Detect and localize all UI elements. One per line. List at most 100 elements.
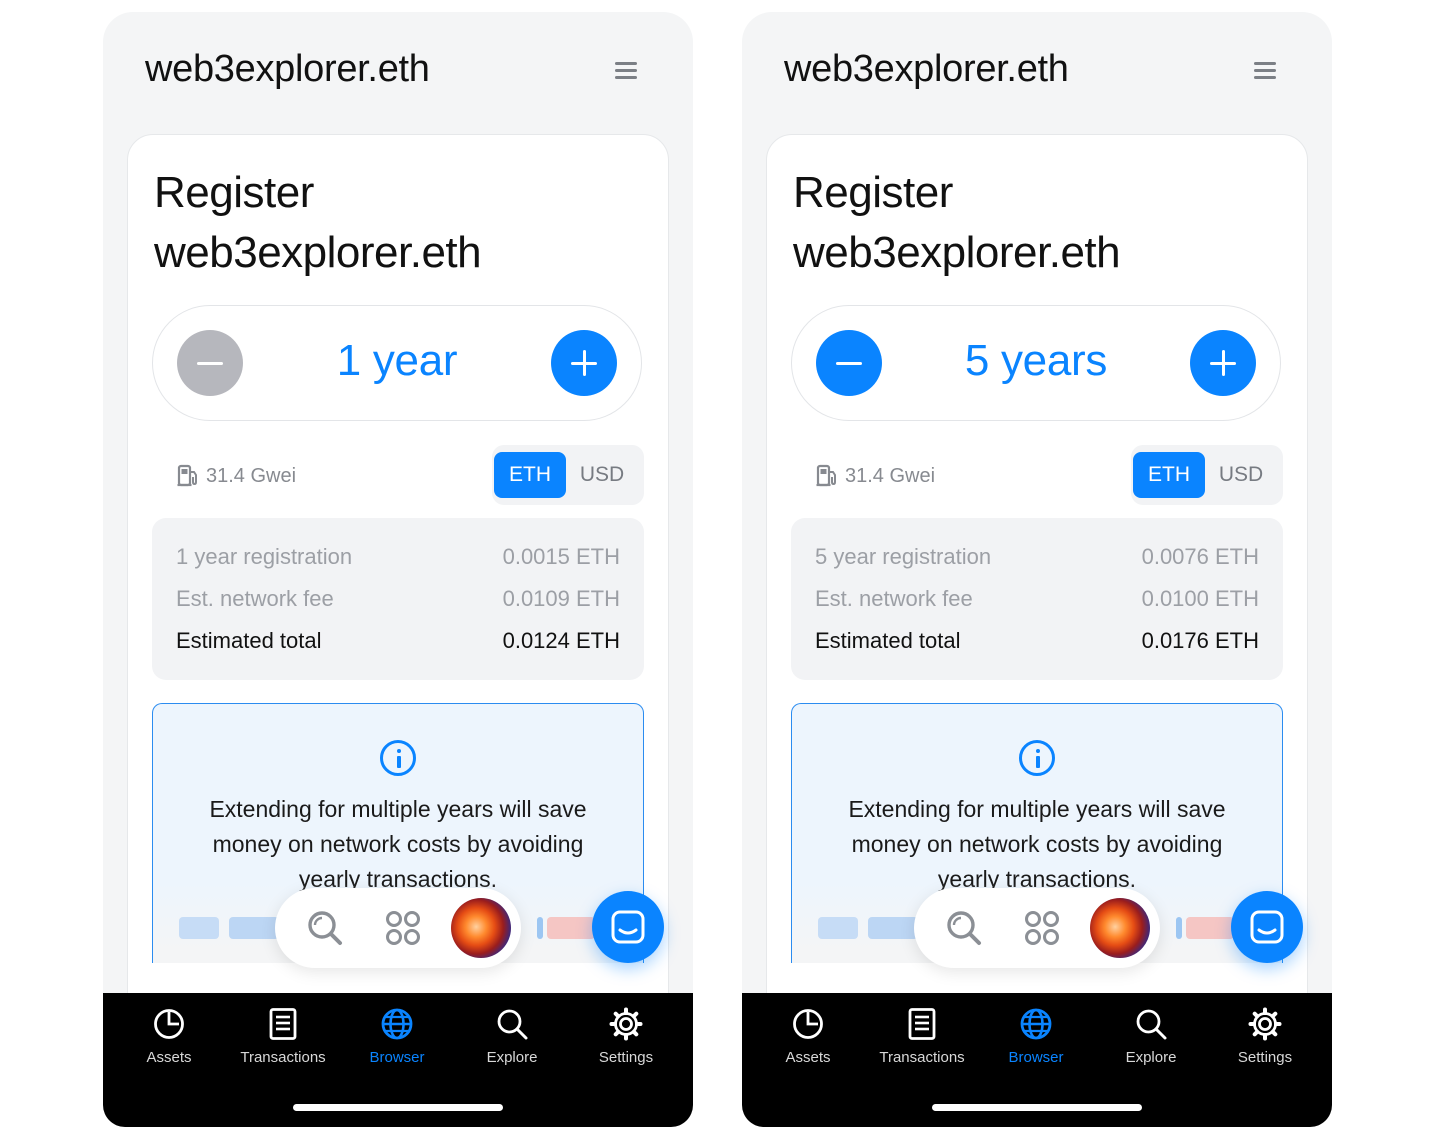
page-title: Register web3explorer.eth [793, 163, 1121, 283]
search-icon[interactable] [305, 908, 345, 948]
background-strip [818, 917, 858, 939]
avatar[interactable] [451, 898, 511, 958]
page-title-line1: Register [154, 168, 314, 217]
increase-years-button[interactable] [551, 330, 617, 396]
globe-icon [1020, 1008, 1052, 1040]
fee-value: 0.0124 ETH [502, 628, 620, 653]
fee-row-network: Est. network fee 0.0109 ETH [176, 586, 620, 616]
hamburger-menu-icon[interactable] [615, 62, 639, 80]
page-title-line2: web3explorer.eth [154, 228, 482, 277]
browser-dock [914, 888, 1160, 968]
fee-value: 0.0076 ETH [1141, 544, 1259, 569]
top-bar: web3explorer.eth [103, 12, 693, 130]
background-strip [547, 917, 595, 939]
hamburger-menu-icon[interactable] [1254, 62, 1278, 80]
site-title: web3explorer.eth [145, 48, 430, 90]
tab-explore[interactable]: Explore [1092, 1007, 1210, 1066]
tab-label: Transactions [240, 1049, 326, 1066]
chat-button[interactable] [592, 891, 664, 963]
tab-bar: Assets Transactions Browser Explore Sett… [742, 993, 1332, 1127]
tab-assets[interactable]: Assets [749, 1007, 867, 1066]
gas-price: 31.4 Gwei [176, 463, 296, 489]
tab-label: Browser [369, 1049, 425, 1066]
search-icon[interactable] [944, 908, 984, 948]
fee-row-total: Estimated total 0.0176 ETH [815, 628, 1259, 658]
pie-chart-icon [154, 1009, 184, 1039]
fee-row-network: Est. network fee 0.0100 ETH [815, 586, 1259, 616]
tab-label: Browser [1008, 1049, 1064, 1066]
home-indicator[interactable] [932, 1104, 1142, 1111]
background-strip [537, 917, 543, 939]
tab-settings[interactable]: Settings [567, 1007, 685, 1066]
fee-label: Est. network fee [815, 586, 973, 611]
info-text: Extending for multiple years will save m… [848, 796, 1226, 892]
phone-screen-2: web3explorer.eth Register web3explorer.e… [742, 12, 1332, 1127]
home-indicator[interactable] [293, 1104, 503, 1111]
chat-button[interactable] [1231, 891, 1303, 963]
tab-label: Transactions [879, 1049, 965, 1066]
currency-option-eth[interactable]: ETH [494, 452, 566, 498]
tab-label: Settings [1237, 1049, 1293, 1066]
fee-value: 0.0176 ETH [1141, 628, 1259, 653]
document-icon [269, 1008, 297, 1040]
background-strip [1186, 917, 1234, 939]
tab-assets[interactable]: Assets [110, 1007, 228, 1066]
gas-price-value: 31.4 Gwei [845, 464, 936, 487]
phone-screen-1: web3explorer.eth Register web3explorer.e… [103, 12, 693, 1127]
fee-label: Est. network fee [176, 586, 334, 611]
gas-price-value: 31.4 Gwei [206, 464, 297, 487]
fee-summary: 1 year registration 0.0015 ETH Est. netw… [152, 518, 644, 680]
increase-years-button[interactable] [1190, 330, 1256, 396]
avatar[interactable] [1090, 898, 1150, 958]
tab-label: Explore [486, 1049, 538, 1066]
tab-browser[interactable]: Browser [977, 1007, 1095, 1066]
document-icon [908, 1008, 936, 1040]
browser-dock [275, 888, 521, 968]
fee-summary: 5 year registration 0.0076 ETH Est. netw… [791, 518, 1283, 680]
tab-explore[interactable]: Explore [453, 1007, 571, 1066]
fee-value: 0.0100 ETH [1141, 586, 1259, 611]
currency-option-usd[interactable]: USD [566, 452, 638, 498]
fee-row-registration: 1 year registration 0.0015 ETH [176, 544, 620, 574]
chat-icon [1250, 910, 1284, 944]
gas-row: 31.4 Gwei ETH USD [152, 445, 644, 507]
background-strip [868, 917, 918, 939]
currency-option-eth[interactable]: ETH [1133, 452, 1205, 498]
tab-transactions[interactable]: Transactions [224, 1007, 342, 1066]
tab-label: Explore [1125, 1049, 1177, 1066]
tab-browser[interactable]: Browser [338, 1007, 456, 1066]
duration-stepper: 1 year [152, 305, 642, 421]
currency-option-usd[interactable]: USD [1205, 452, 1277, 498]
globe-icon [381, 1008, 413, 1040]
apps-grid-icon[interactable] [383, 908, 423, 948]
page-title-line1: Register [793, 168, 953, 217]
tab-bar: Assets Transactions Browser Explore Sett… [103, 993, 693, 1127]
fee-label: 5 year registration [815, 544, 992, 569]
currency-toggle: ETH USD [1131, 445, 1283, 505]
background-strip [1176, 917, 1182, 939]
tab-label: Assets [785, 1049, 831, 1066]
fuel-pump-icon [177, 464, 197, 487]
duration-stepper: 5 years [791, 305, 1281, 421]
currency-toggle: ETH USD [492, 445, 644, 505]
gas-row: 31.4 Gwei ETH USD [791, 445, 1283, 507]
search-icon [497, 1009, 528, 1040]
tab-settings[interactable]: Settings [1206, 1007, 1324, 1066]
tab-transactions[interactable]: Transactions [863, 1007, 981, 1066]
top-bar: web3explorer.eth [742, 12, 1332, 130]
background-strip [229, 917, 279, 939]
fee-label: Estimated total [176, 628, 322, 653]
info-text: Extending for multiple years will save m… [209, 796, 587, 892]
fuel-pump-icon [816, 464, 836, 487]
apps-grid-icon[interactable] [1022, 908, 1062, 948]
fee-row-total: Estimated total 0.0124 ETH [176, 628, 620, 658]
fee-value: 0.0109 ETH [502, 586, 620, 611]
fee-label: 1 year registration [176, 544, 353, 569]
search-icon [1136, 1009, 1167, 1040]
pie-chart-icon [793, 1009, 823, 1039]
tab-label: Settings [598, 1049, 654, 1066]
gear-icon [609, 1007, 643, 1041]
chat-icon [611, 910, 645, 944]
page-title: Register web3explorer.eth [154, 163, 482, 283]
tab-label: Assets [146, 1049, 192, 1066]
